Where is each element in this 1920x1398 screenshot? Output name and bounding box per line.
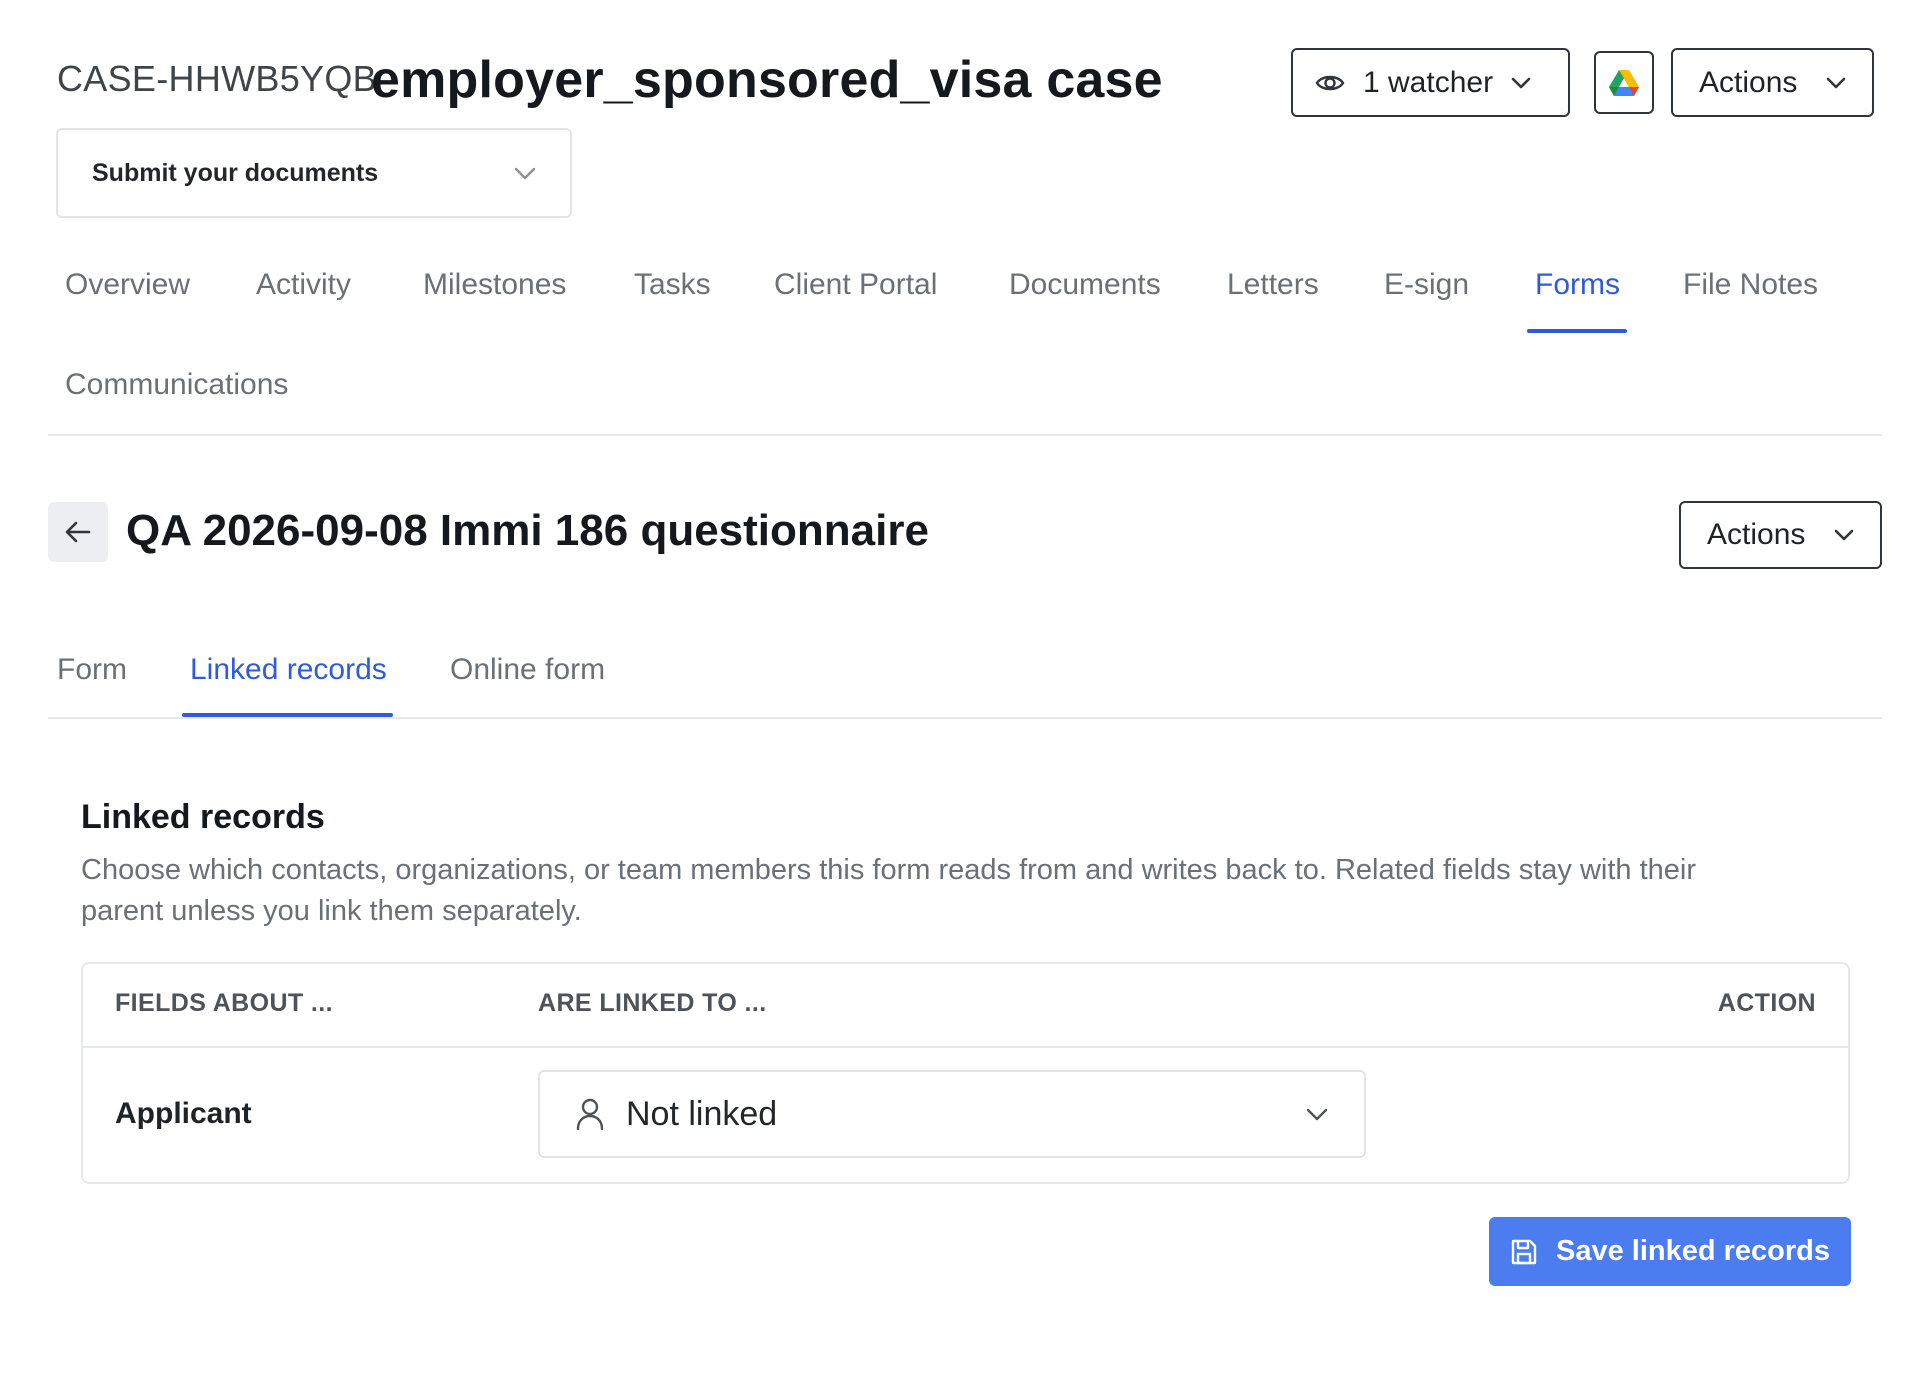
tab-tasks[interactable]: Tasks: [634, 268, 711, 302]
column-header-fields-about: FIELDS ABOUT ...: [115, 989, 333, 1017]
linked-records-table: FIELDS ABOUT ... ARE LINKED TO ... ACTIO…: [81, 962, 1850, 1184]
chevron-down-icon: [1826, 77, 1846, 89]
form-actions-button[interactable]: Actions: [1679, 501, 1882, 569]
case-actions-label: Actions: [1699, 65, 1798, 99]
column-header-linked-to: ARE LINKED TO ...: [538, 989, 767, 1017]
section-description: Choose which contacts, organizations, or…: [81, 854, 1697, 927]
tab-file-notes[interactable]: File Notes: [1683, 268, 1818, 302]
table-header-divider: [83, 1046, 1848, 1048]
tab-activity[interactable]: Activity: [256, 268, 351, 302]
case-id: CASE-HHWB5YQB: [57, 58, 377, 99]
column-header-action: ACTION: [1717, 989, 1816, 1017]
save-icon: [1510, 1238, 1538, 1266]
chevron-down-icon: [1834, 529, 1854, 541]
tab-forms[interactable]: Forms: [1535, 268, 1620, 302]
tab-milestones[interactable]: Milestones: [423, 268, 566, 302]
google-drive-button[interactable]: [1594, 51, 1654, 114]
subtab-linked-records[interactable]: Linked records: [190, 653, 387, 687]
linked-record-select[interactable]: Not linked: [538, 1070, 1366, 1158]
subtab-form[interactable]: Form: [57, 653, 127, 687]
tab-client-portal[interactable]: Client Portal: [774, 268, 937, 302]
form-actions-label: Actions: [1707, 518, 1806, 551]
field-name: Applicant: [115, 1097, 252, 1130]
case-title: employer_sponsored_visa case: [371, 51, 1163, 109]
case-actions-button[interactable]: Actions: [1671, 48, 1874, 117]
back-button[interactable]: [48, 502, 108, 562]
tab-overview[interactable]: Overview: [65, 268, 190, 302]
tab-documents[interactable]: Documents: [1009, 268, 1161, 302]
subtabs-divider: [48, 717, 1882, 719]
google-drive-icon: [1609, 69, 1639, 96]
case-status-value: Submit your documents: [92, 158, 379, 187]
chevron-down-icon: [1511, 77, 1531, 89]
active-tab-indicator: [1527, 329, 1627, 333]
tab-communications[interactable]: Communications: [65, 368, 288, 402]
chevron-down-icon: [514, 167, 536, 180]
linked-record-value: Not linked: [626, 1094, 778, 1133]
tabs-divider: [48, 434, 1882, 436]
tab-e-sign[interactable]: E-sign: [1384, 268, 1469, 302]
watcher-label: 1 watcher: [1363, 65, 1494, 99]
section-title: Linked records: [81, 798, 325, 836]
watcher-button[interactable]: 1 watcher: [1291, 48, 1570, 117]
subtab-online-form[interactable]: Online form: [450, 653, 605, 687]
save-linked-records-button[interactable]: Save linked records: [1489, 1217, 1851, 1286]
user-icon: [576, 1098, 604, 1130]
case-status-select[interactable]: Submit your documents: [56, 128, 572, 218]
form-title: QA 2026-09-08 Immi 186 questionnaire: [126, 506, 929, 555]
tab-letters[interactable]: Letters: [1227, 268, 1319, 302]
eye-icon: [1315, 72, 1345, 94]
save-label: Save linked records: [1555, 1235, 1831, 1267]
chevron-down-icon: [1306, 1108, 1328, 1121]
arrow-left-icon: [65, 521, 91, 543]
